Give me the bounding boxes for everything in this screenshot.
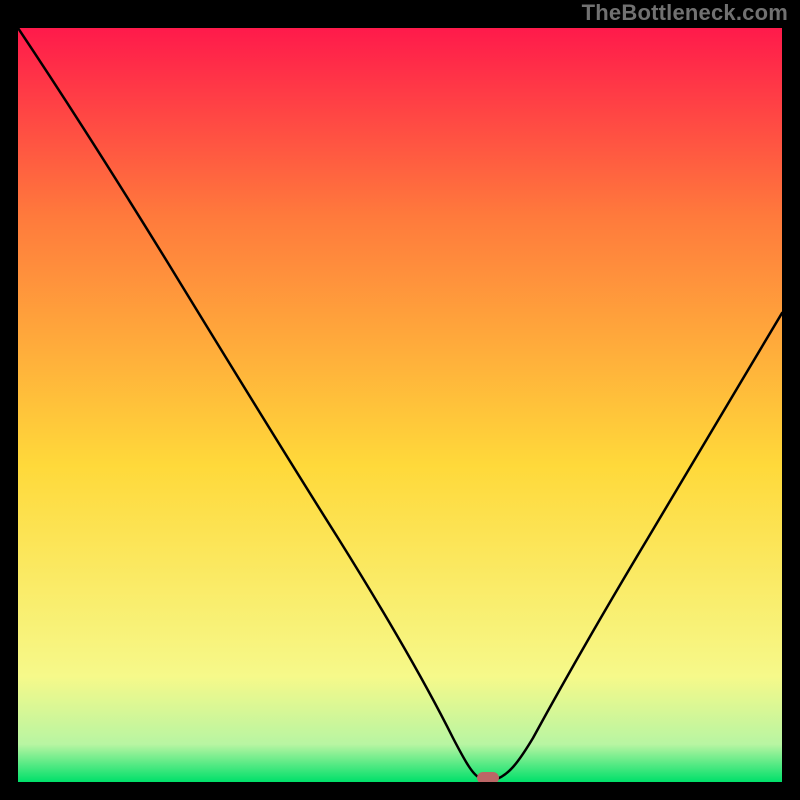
watermark-text: TheBottleneck.com [582,0,788,26]
gradient-background [18,28,782,782]
minimum-marker [477,772,499,782]
chart-svg [18,28,782,782]
plot-area [18,28,782,782]
chart-frame: TheBottleneck.com [0,0,800,800]
